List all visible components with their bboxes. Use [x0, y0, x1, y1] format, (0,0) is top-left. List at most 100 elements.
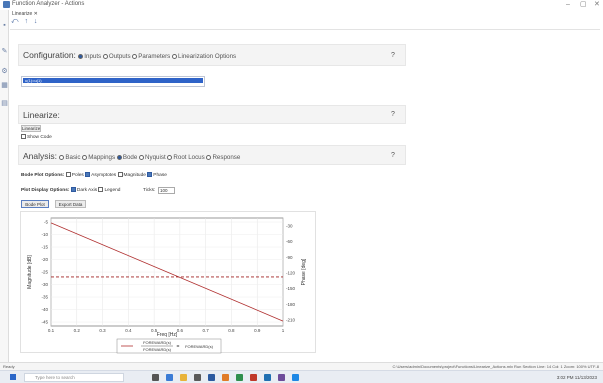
- basic-radio[interactable]: [59, 154, 65, 160]
- x-tick-label: 0.9: [254, 328, 261, 333]
- app-icon-lightblue[interactable]: [292, 374, 299, 381]
- dark-axis-checkbox[interactable]: [70, 187, 76, 193]
- add-icon[interactable]: ▪: [1, 22, 8, 29]
- legend-numerator: FOREWARD(s): [143, 340, 172, 345]
- status-left: Ready: [3, 364, 15, 369]
- inputs-radio[interactable]: [78, 53, 84, 59]
- linearization-options-label[interactable]: Linearization Options: [178, 53, 236, 60]
- file-explorer-icon[interactable]: [180, 374, 187, 381]
- outputs-label[interactable]: Outputs: [109, 53, 131, 60]
- phase-label[interactable]: Phase: [153, 173, 167, 178]
- move-down-icon[interactable]: ↓: [34, 18, 40, 25]
- x-tick-label: 0.1: [48, 328, 55, 333]
- linearize-button[interactable]: Linearize: [21, 125, 41, 132]
- bode-chart: 0.1 0.2 0.3 0.4 0.5 0.6 0.7 0.8 0.9 1-5-10-15-20-…: [27, 217, 307, 354]
- left-toolstrip: ▪ ✎ ⚙ ▦ ▤: [0, 10, 9, 362]
- settings-icon[interactable]: ⚙: [1, 68, 8, 75]
- bode-label[interactable]: Bode: [123, 154, 137, 161]
- status-bar: Ready C:\Users\admin\Documents\project\F…: [0, 362, 603, 370]
- clock-time[interactable]: 3:02 PM: [557, 375, 574, 380]
- inputs-list[interactable]: u(1)=u(1): [21, 76, 205, 87]
- close-button[interactable]: ✕: [594, 0, 600, 9]
- parameters-radio[interactable]: [132, 53, 138, 59]
- bode-plot-panel: 0.1 0.2 0.3 0.4 0.5 0.6 0.7 0.8 0.9 1 -5 -10 -15 -20-…: [20, 211, 316, 354]
- right-y-tick-label: -150: [286, 286, 296, 291]
- tab-linearize[interactable]: Linearize ✕: [10, 10, 50, 18]
- app-icon-orange[interactable]: [222, 374, 229, 381]
- phase-checkbox[interactable]: [147, 172, 153, 178]
- x-tick-label: 0.4: [125, 328, 132, 333]
- left-y-tick-label: -20: [41, 257, 48, 262]
- x-tick-label: 1: [282, 328, 285, 333]
- help-button[interactable]: ?: [387, 110, 399, 120]
- app-icon-red[interactable]: [250, 374, 257, 381]
- clock-date[interactable]: 11/13/2023: [575, 375, 597, 380]
- export-data-button[interactable]: Export Data: [55, 200, 86, 208]
- store-icon[interactable]: [194, 374, 201, 381]
- table-icon[interactable]: ▦: [1, 82, 8, 89]
- ticks-input[interactable]: 100: [158, 187, 175, 194]
- root-locus-radio[interactable]: [167, 154, 173, 160]
- panel-icon[interactable]: ▤: [1, 100, 8, 107]
- edit-icon[interactable]: ✎: [1, 48, 8, 55]
- asymptotes-checkbox[interactable]: [85, 172, 91, 178]
- dark-axis-label[interactable]: Dark Axis: [77, 188, 97, 193]
- undo-icon[interactable]: ⤺: [11, 18, 20, 25]
- help-button[interactable]: ?: [387, 51, 399, 61]
- linearize-section: Linearize: ?: [18, 105, 406, 124]
- linearization-options-radio[interactable]: [172, 53, 178, 59]
- help-button[interactable]: ?: [387, 151, 399, 161]
- right-y-axis-label: Phase [deg]: [301, 258, 307, 285]
- bode-plot-button[interactable]: Bode Plot: [21, 200, 49, 208]
- response-label[interactable]: Response: [212, 154, 240, 161]
- legend-rhs: FOREWARD(s): [185, 344, 214, 349]
- show-code-row: Show Code: [21, 134, 52, 142]
- right-y-tick-label: -60: [286, 239, 293, 244]
- magnitude-label[interactable]: Magnitude: [124, 173, 146, 178]
- analysis-options: Basic Mappings Bode Nyquist Root Locus R…: [59, 154, 240, 161]
- inputs-label[interactable]: Inputs: [84, 53, 101, 60]
- magnitude-checkbox[interactable]: [117, 172, 123, 178]
- move-up-icon[interactable]: ↑: [24, 18, 30, 25]
- task-view-icon[interactable]: [152, 374, 159, 381]
- right-y-tick-label: -180: [286, 302, 296, 307]
- nyquist-label[interactable]: Nyquist: [145, 154, 166, 161]
- right-y-tick-label: -90: [286, 255, 293, 260]
- asymptotes-label[interactable]: Asymptotes: [91, 173, 116, 178]
- parameters-label[interactable]: Parameters: [138, 53, 170, 60]
- nyquist-radio[interactable]: [139, 154, 145, 160]
- app-icon-green[interactable]: [236, 374, 243, 381]
- legend-label[interactable]: Legend: [104, 188, 120, 193]
- left-y-tick-label: -15: [41, 245, 48, 250]
- poles-label[interactable]: Poles: [72, 173, 84, 178]
- mail-icon[interactable]: [208, 374, 215, 381]
- left-y-tick-label: -40: [41, 307, 48, 312]
- poles-checkbox[interactable]: [65, 172, 71, 178]
- left-y-axis-label: Magnitude [dB]: [27, 255, 33, 289]
- app-icon-purple[interactable]: [278, 374, 285, 381]
- mappings-label[interactable]: Mappings: [88, 154, 115, 161]
- outputs-radio[interactable]: [102, 53, 108, 59]
- basic-label[interactable]: Basic: [65, 154, 80, 161]
- bode-radio[interactable]: [116, 154, 122, 160]
- edge-icon[interactable]: [166, 374, 173, 381]
- mini-toolbar: ⤺ ↑ ↓: [11, 18, 39, 28]
- left-y-tick-label: -5: [44, 220, 48, 225]
- list-item[interactable]: u(1)=u(1): [23, 78, 203, 83]
- response-radio[interactable]: [206, 154, 212, 160]
- root-locus-label[interactable]: Root Locus: [173, 154, 204, 161]
- left-y-tick-label: -45: [41, 320, 48, 325]
- show-code-checkbox[interactable]: [21, 134, 26, 140]
- left-y-tick-label: -30: [41, 282, 48, 287]
- minimize-button[interactable]: –: [566, 0, 570, 9]
- legend-equals: =: [177, 344, 180, 350]
- taskbar-search-input[interactable]: Type here to search: [24, 373, 124, 382]
- legend-checkbox[interactable]: [98, 187, 104, 193]
- show-code-label[interactable]: Show Code: [27, 135, 52, 140]
- app-icon-blue[interactable]: [264, 374, 271, 381]
- mappings-radio[interactable]: [82, 154, 88, 160]
- windows-start-icon[interactable]: [10, 374, 16, 380]
- window-titlebar: Function Analyzer - Actions – ▢ ✕: [0, 0, 603, 10]
- maximize-button[interactable]: ▢: [580, 0, 587, 9]
- right-y-tick-label: -210: [286, 318, 296, 323]
